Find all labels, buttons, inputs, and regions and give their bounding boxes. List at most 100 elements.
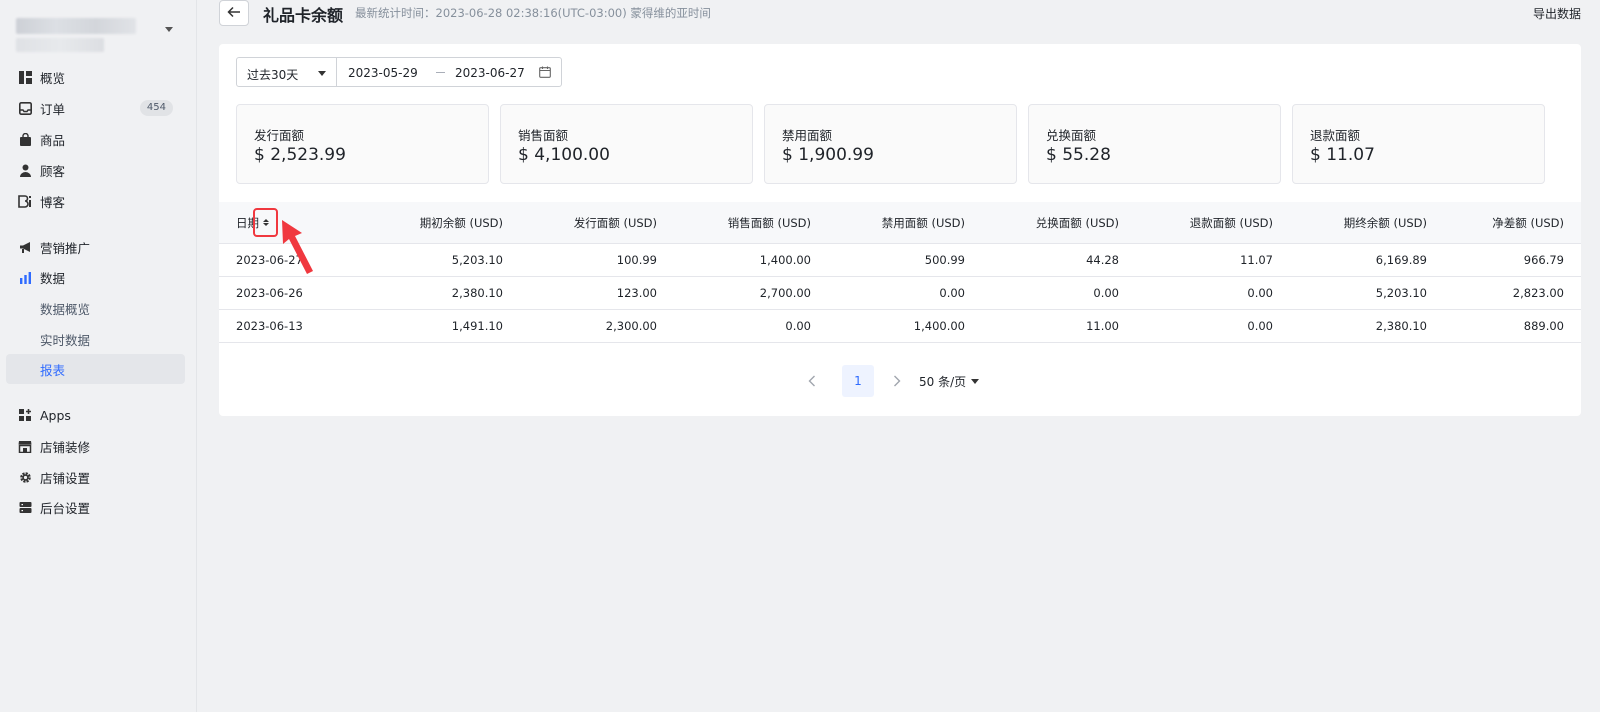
- sidebar-item-label: 实时数据: [40, 332, 91, 348]
- sidebar-subitem-data-overview[interactable]: 数据概览: [6, 293, 185, 323]
- chevron-down-icon: [165, 27, 173, 32]
- page-header: 礼品卡余额 最新统计时间：2023-06-28 02:38:16(UTC-03:…: [219, 0, 1581, 26]
- table-cell: 2,380.10: [1375, 319, 1427, 333]
- report-card: 过去30天 2023-05-29 2023-06-27 发行面额 $ 2,523…: [219, 44, 1581, 416]
- kpi-value: $ 55.28: [1046, 145, 1111, 165]
- pagination-prev-button[interactable]: [804, 365, 820, 397]
- kpi-card-redeemed: 兑换面额 $ 55.28: [1028, 104, 1281, 184]
- bag-icon: [18, 132, 32, 146]
- inbox-icon: [18, 101, 32, 115]
- kpi-card-sold: 销售面额 $ 4,100.00: [500, 104, 753, 184]
- megaphone-icon: [18, 240, 32, 254]
- table-cell: 1,491.10: [451, 319, 503, 333]
- pagination-next-button[interactable]: [889, 365, 905, 397]
- server-icon: [18, 500, 32, 514]
- sidebar-item-customers[interactable]: 顾客: [6, 155, 185, 185]
- kpi-label: 兑换面额: [1046, 128, 1097, 143]
- store-name-redacted: [16, 18, 136, 34]
- sidebar-item-products[interactable]: 商品: [6, 124, 185, 154]
- column-header-net-difference: 净差额 (USD): [1492, 215, 1564, 230]
- sidebar-item-label: 订单: [40, 101, 66, 117]
- sidebar-item-label: 商品: [40, 132, 66, 148]
- sidebar-item-label: 店铺装修: [40, 439, 91, 455]
- table-cell: 889.00: [1523, 319, 1564, 333]
- kpi-card-refunded: 退款面额 $ 11.07: [1292, 104, 1545, 184]
- page-title: 礼品卡余额: [263, 6, 344, 25]
- blog-icon: [18, 194, 32, 208]
- page-size-select[interactable]: 50 条/页: [919, 373, 980, 390]
- chevron-down-icon: [971, 379, 980, 384]
- column-header-closing-balance: 期终余额 (USD): [1343, 215, 1427, 230]
- table-cell: 0.00: [1247, 286, 1273, 300]
- column-header-disabled: 禁用面额 (USD): [881, 215, 965, 230]
- sidebar-item-store-design[interactable]: 店铺装修: [6, 431, 185, 461]
- table-row: 2023-06-26 2,380.10 123.00 2,700.00 0.00…: [219, 277, 1581, 310]
- end-date-input[interactable]: 2023-06-27: [455, 66, 525, 80]
- storefront-icon: [18, 439, 32, 453]
- column-header-refunded: 退款面额 (USD): [1189, 215, 1273, 230]
- kpi-label: 发行面额: [254, 128, 305, 143]
- sidebar-item-label: 概览: [40, 70, 66, 86]
- sidebar-item-orders[interactable]: 订单 454: [6, 93, 185, 123]
- page-size-value: 50 条/页: [919, 375, 967, 389]
- sidebar-item-label: 店铺设置: [40, 470, 91, 486]
- export-data-button[interactable]: 导出数据: [1533, 5, 1581, 22]
- bar-chart-icon: [18, 270, 32, 284]
- store-switcher[interactable]: [16, 14, 181, 54]
- sidebar-item-label: 营销推广: [40, 240, 91, 256]
- date-range-picker[interactable]: 2023-05-29 2023-06-27: [336, 57, 562, 87]
- table-cell: 0.00: [1093, 286, 1119, 300]
- table-cell: 966.79: [1523, 253, 1564, 267]
- sidebar-subitem-reports[interactable]: 报表: [6, 354, 185, 384]
- kpi-label: 禁用面额: [782, 128, 833, 143]
- table-row: 2023-06-13 1,491.10 2,300.00 0.00 1,400.…: [219, 310, 1581, 343]
- kpi-label: 退款面额: [1310, 128, 1361, 143]
- sidebar-subitem-realtime-data[interactable]: 实时数据: [6, 324, 185, 354]
- chevron-right-icon: [894, 375, 901, 387]
- chevron-left-icon: [808, 375, 815, 387]
- sidebar-item-blog[interactable]: 博客: [6, 186, 185, 216]
- table-cell: 44.28: [1086, 253, 1119, 267]
- sidebar-item-label: Apps: [40, 407, 71, 423]
- kpi-card-disabled: 禁用面额 $ 1,900.99: [764, 104, 1017, 184]
- kpi-value: $ 4,100.00: [518, 145, 610, 165]
- column-header-redeemed: 兑换面额 (USD): [1035, 215, 1119, 230]
- dashboard-icon: [18, 70, 32, 84]
- start-date-input[interactable]: 2023-05-29: [348, 66, 418, 80]
- kpi-value: $ 1,900.99: [782, 145, 874, 165]
- date-range-preset-select[interactable]: 过去30天: [236, 57, 337, 87]
- table-cell: 5,203.10: [1375, 286, 1427, 300]
- sidebar-item-label: 博客: [40, 194, 66, 210]
- sidebar-item-label: 后台设置: [40, 500, 91, 516]
- pagination-page-1[interactable]: 1: [842, 365, 874, 397]
- gear-icon: [18, 470, 32, 484]
- table-cell: 5,203.10: [451, 253, 503, 267]
- table-cell: 0.00: [1247, 319, 1273, 333]
- kpi-value: $ 2,523.99: [254, 145, 346, 165]
- table-cell: 2023-06-26: [236, 286, 303, 300]
- table-cell: 1,400.00: [759, 253, 811, 267]
- sidebar-item-data[interactable]: 数据: [6, 262, 185, 292]
- table-cell: 500.99: [924, 253, 965, 267]
- column-header-issued: 发行面额 (USD): [573, 215, 657, 230]
- back-button[interactable]: [219, 0, 249, 26]
- sidebar-item-label: 报表: [40, 362, 66, 378]
- table-cell: 2,700.00: [759, 286, 811, 300]
- calendar-icon[interactable]: [539, 66, 551, 81]
- orders-count-badge: 454: [139, 100, 173, 116]
- sidebar-item-marketing[interactable]: 营销推广: [6, 232, 185, 262]
- sidebar-item-store-settings[interactable]: 店铺设置: [6, 462, 185, 492]
- sidebar: 概览 订单 454 商品 顾客 博客 营销推广 数据 数据概览 实时数据 报表 …: [0, 0, 197, 712]
- date-separator: [436, 72, 445, 73]
- table-cell: 2,823.00: [1512, 286, 1564, 300]
- sidebar-item-admin-settings[interactable]: 后台设置: [6, 492, 185, 522]
- date-range-preset-value: 过去30天: [247, 68, 299, 82]
- table-header: 日期 期初余额 (USD) 发行面额 (USD) 销售面额 (USD) 禁用面额…: [219, 202, 1581, 244]
- chevron-down-icon: [318, 71, 326, 76]
- sidebar-item-overview[interactable]: 概览: [6, 62, 185, 92]
- table-cell: 0.00: [785, 319, 811, 333]
- table-cell: 2,380.10: [451, 286, 503, 300]
- sidebar-item-apps[interactable]: Apps: [6, 400, 185, 430]
- annotation-arrow-icon: [282, 220, 313, 274]
- annotation-highlight-box: [253, 208, 278, 237]
